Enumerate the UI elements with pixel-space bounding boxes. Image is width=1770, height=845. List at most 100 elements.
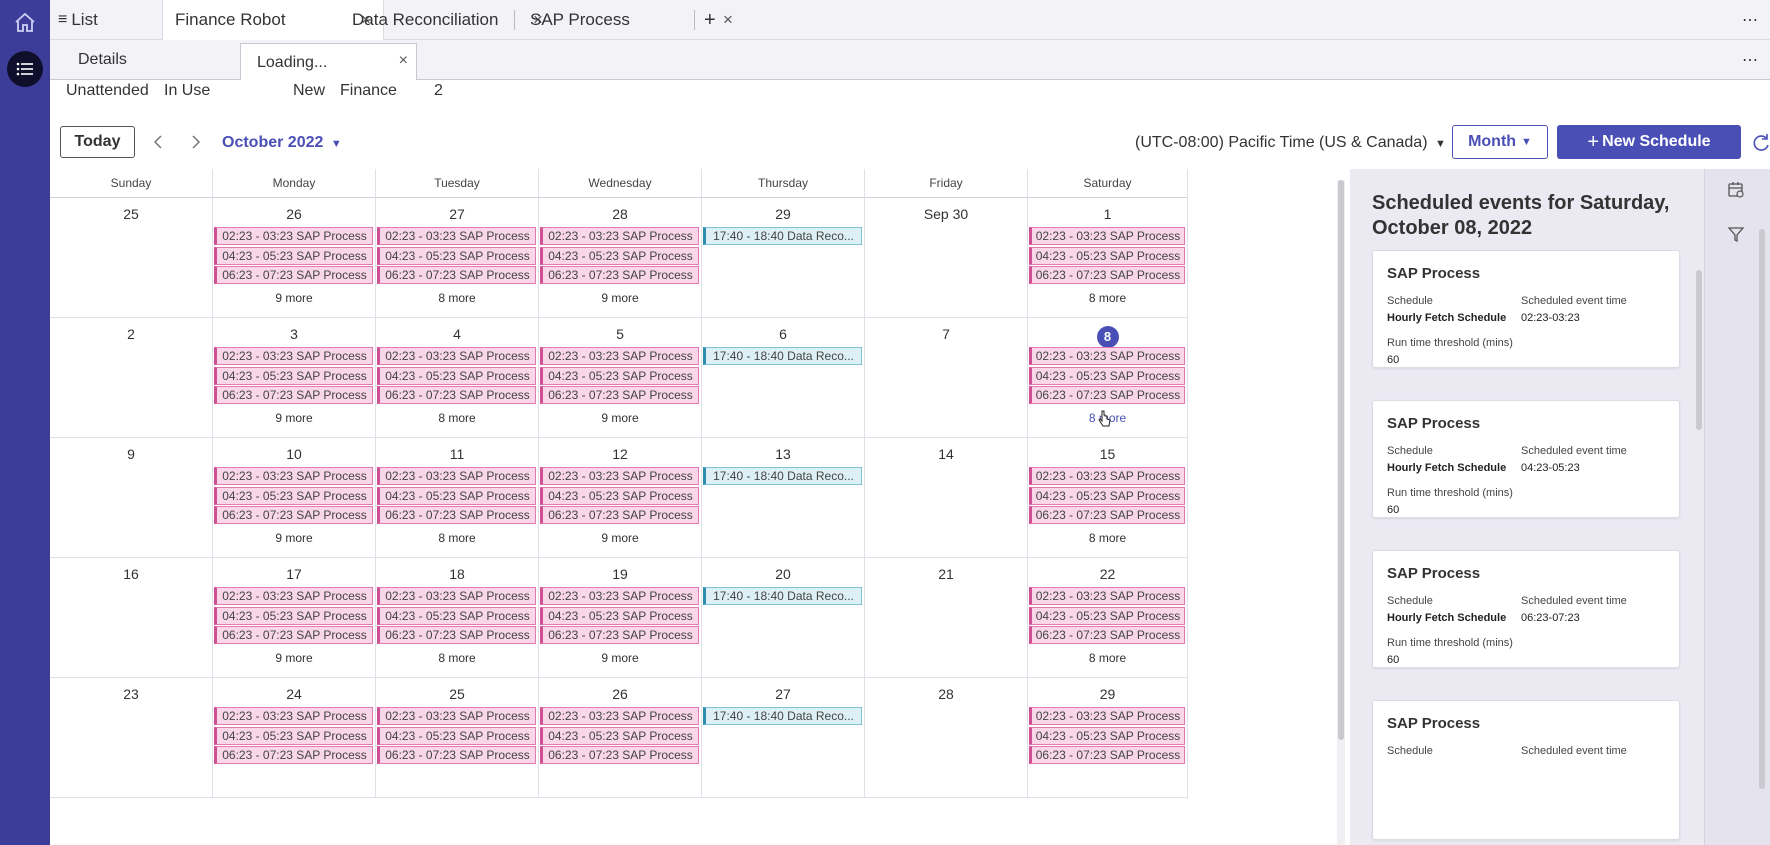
day-cell[interactable]: 12 02:23 - 03:23 SAP Process 04:23 - 05:23… bbox=[539, 438, 702, 558]
event-sap-process[interactable]: 02:23 - 03:23 SAP Process bbox=[214, 707, 373, 725]
more-events-link[interactable]: 9 more bbox=[539, 291, 701, 305]
event-sap-process[interactable]: 02:23 - 03:23 SAP Process bbox=[540, 467, 699, 485]
calendar-scrollbar[interactable] bbox=[1337, 180, 1345, 845]
event-sap-process[interactable]: 04:23 - 05:23 SAP Process bbox=[377, 486, 536, 505]
more-icon[interactable]: ⋯ bbox=[1742, 0, 1766, 40]
event-sap-process[interactable]: 06:23 - 07:23 SAP Process bbox=[1029, 746, 1185, 764]
day-cell[interactable]: 15 02:23 - 03:23 SAP Process 04:23 - 05:23… bbox=[1028, 438, 1188, 558]
more-events-link[interactable]: 9 more bbox=[213, 651, 375, 665]
day-cell[interactable]: 11 02:23 - 03:23 SAP Process 04:23 - 05:23… bbox=[376, 438, 539, 558]
event-sap-process[interactable]: 02:23 - 03:23 SAP Process bbox=[377, 227, 536, 245]
event-sap-process[interactable]: 04:23 - 05:23 SAP Process bbox=[540, 726, 699, 745]
more-events-link[interactable]: 9 more bbox=[539, 531, 701, 545]
event-sap-process[interactable]: 04:23 - 05:23 SAP Process bbox=[1029, 246, 1185, 265]
event-sap-process[interactable]: 02:23 - 03:23 SAP Process bbox=[1029, 707, 1185, 725]
event-sap-process[interactable]: 06:23 - 07:23 SAP Process bbox=[377, 746, 536, 764]
close-icon[interactable]: × bbox=[399, 52, 408, 70]
event-sap-process[interactable]: 04:23 - 05:23 SAP Process bbox=[214, 606, 373, 625]
month-picker[interactable]: October 2022 ▼ bbox=[222, 134, 342, 152]
day-cell[interactable]: 27 02:23 - 03:23 SAP Process 04:23 - 05:23… bbox=[376, 198, 539, 318]
event-sap-process[interactable]: 02:23 - 03:23 SAP Process bbox=[540, 707, 699, 725]
event-sap-process[interactable]: 06:23 - 07:23 SAP Process bbox=[377, 386, 536, 404]
more-icon[interactable]: ⋯ bbox=[1742, 40, 1766, 80]
scroll-thumb[interactable] bbox=[1338, 180, 1344, 740]
event-sap-process[interactable]: 06:23 - 07:23 SAP Process bbox=[1029, 386, 1185, 404]
day-cell[interactable]: 29 17:40 - 18:40 Data Reco... bbox=[702, 198, 865, 318]
event-sap-process[interactable]: 04:23 - 05:23 SAP Process bbox=[214, 726, 373, 745]
event-sap-process[interactable]: 04:23 - 05:23 SAP Process bbox=[1029, 606, 1185, 625]
event-sap-process[interactable]: 02:23 - 03:23 SAP Process bbox=[377, 347, 536, 365]
event-sap-process[interactable]: 06:23 - 07:23 SAP Process bbox=[377, 626, 536, 644]
day-cell[interactable]: 10 02:23 - 03:23 SAP Process 04:23 - 05:23… bbox=[213, 438, 376, 558]
event-sap-process[interactable]: 02:23 - 03:23 SAP Process bbox=[377, 707, 536, 725]
tab-data-reconciliation[interactable]: Data Reconciliation × bbox=[352, 0, 555, 40]
day-cell[interactable]: 22 02:23 - 03:23 SAP Process 04:23 - 05:23… bbox=[1028, 558, 1188, 678]
event-sap-process[interactable]: 04:23 - 05:23 SAP Process bbox=[1029, 366, 1185, 385]
panel-scrollbar[interactable] bbox=[1696, 175, 1702, 825]
new-schedule-button[interactable]: + New Schedule bbox=[1557, 125, 1741, 159]
day-cell[interactable]: 5 02:23 - 03:23 SAP Process 04:23 - 05:23 … bbox=[539, 318, 702, 438]
event-sap-process[interactable]: 04:23 - 05:23 SAP Process bbox=[377, 246, 536, 265]
tab-finance-robot[interactable]: Finance Robot × bbox=[162, 0, 384, 40]
event-sap-process[interactable]: 04:23 - 05:23 SAP Process bbox=[214, 486, 373, 505]
event-sap-process[interactable]: 06:23 - 07:23 SAP Process bbox=[1029, 506, 1185, 524]
more-events-link[interactable]: 9 more bbox=[213, 291, 375, 305]
subtab-details[interactable]: Details bbox=[78, 40, 198, 80]
event-sap-process[interactable]: 04:23 - 05:23 SAP Process bbox=[377, 606, 536, 625]
more-events-link[interactable]: 8 more bbox=[376, 651, 538, 665]
day-cell[interactable]: 26 02:23 - 03:23 SAP Process 04:23 - 05:23… bbox=[539, 678, 702, 798]
more-events-link[interactable]: 9 more bbox=[213, 411, 375, 425]
event-sap-process[interactable]: 02:23 - 03:23 SAP Process bbox=[1029, 467, 1185, 485]
chevron-left-icon[interactable] bbox=[148, 132, 168, 152]
day-cell[interactable]: 17 02:23 - 03:23 SAP Process 04:23 - 05:23… bbox=[213, 558, 376, 678]
event-sap-process[interactable]: 02:23 - 03:23 SAP Process bbox=[1029, 227, 1185, 245]
event-sap-process[interactable]: 02:23 - 03:23 SAP Process bbox=[214, 227, 373, 245]
more-events-link[interactable]: 8 more bbox=[376, 531, 538, 545]
event-sap-process[interactable]: 06:23 - 07:23 SAP Process bbox=[540, 506, 699, 524]
calendar-icon[interactable] bbox=[1727, 181, 1747, 201]
day-cell[interactable]: 19 02:23 - 03:23 SAP Process 04:23 - 05:23… bbox=[539, 558, 702, 678]
event-data-reconciliation[interactable]: 17:40 - 18:40 Data Reco... bbox=[703, 707, 862, 725]
event-sap-process[interactable]: 02:23 - 03:23 SAP Process bbox=[377, 467, 536, 485]
day-cell[interactable]: 2 bbox=[50, 318, 213, 438]
event-sap-process[interactable]: 04:23 - 05:23 SAP Process bbox=[377, 726, 536, 745]
scroll-thumb[interactable] bbox=[1696, 270, 1702, 430]
event-card[interactable]: SAP Process Schedule Scheduled event time bbox=[1372, 700, 1680, 840]
event-sap-process[interactable]: 02:23 - 03:23 SAP Process bbox=[214, 587, 373, 605]
event-sap-process[interactable]: 06:23 - 07:23 SAP Process bbox=[214, 386, 373, 404]
day-cell[interactable]: 3 02:23 - 03:23 SAP Process 04:23 - 05:23 … bbox=[213, 318, 376, 438]
event-card[interactable]: SAP Process Schedule Hourly Fetch Schedule… bbox=[1372, 400, 1680, 518]
more-events-link[interactable]: 9 more bbox=[539, 651, 701, 665]
more-events-link[interactable]: 8 more bbox=[1028, 291, 1187, 305]
event-card[interactable]: SAP Process Schedule Hourly Fetch Schedule… bbox=[1372, 250, 1680, 368]
more-events-link[interactable]: 8 more bbox=[1028, 531, 1187, 545]
more-events-link[interactable]: 8 more bbox=[1028, 651, 1187, 665]
chevron-right-icon[interactable] bbox=[186, 132, 206, 152]
event-sap-process[interactable]: 06:23 - 07:23 SAP Process bbox=[214, 626, 373, 644]
day-cell[interactable]: 27 17:40 - 18:40 Data Reco... bbox=[702, 678, 865, 798]
filter-icon[interactable] bbox=[1727, 225, 1747, 245]
day-cell[interactable]: 18 02:23 - 03:23 SAP Process 04:23 - 05:23… bbox=[376, 558, 539, 678]
event-sap-process[interactable]: 04:23 - 05:23 SAP Process bbox=[540, 606, 699, 625]
event-sap-process[interactable]: 02:23 - 03:23 SAP Process bbox=[540, 347, 699, 365]
day-cell[interactable]: 29 02:23 - 03:23 SAP Process 04:23 - 05:23… bbox=[1028, 678, 1188, 798]
day-cell[interactable]: 26 02:23 - 03:23 SAP Process 04:23 - 05:23… bbox=[213, 198, 376, 318]
day-cell[interactable]: Sep 30 bbox=[865, 198, 1028, 318]
more-events-link[interactable]: 9 more bbox=[539, 411, 701, 425]
event-sap-process[interactable]: 04:23 - 05:23 SAP Process bbox=[214, 246, 373, 265]
event-sap-process[interactable]: 02:23 - 03:23 SAP Process bbox=[214, 347, 373, 365]
event-sap-process[interactable]: 04:23 - 05:23 SAP Process bbox=[540, 246, 699, 265]
event-data-reconciliation[interactable]: 17:40 - 18:40 Data Reco... bbox=[703, 347, 862, 365]
event-card[interactable]: SAP Process Schedule Hourly Fetch Schedule… bbox=[1372, 550, 1680, 668]
day-cell[interactable]: 24 02:23 - 03:23 SAP Process 04:23 - 05:23… bbox=[213, 678, 376, 798]
event-sap-process[interactable]: 06:23 - 07:23 SAP Process bbox=[1029, 266, 1185, 284]
event-sap-process[interactable]: 06:23 - 07:23 SAP Process bbox=[214, 266, 373, 284]
event-sap-process[interactable]: 02:23 - 03:23 SAP Process bbox=[540, 227, 699, 245]
more-events-link[interactable]: 9 more bbox=[213, 531, 375, 545]
event-sap-process[interactable]: 04:23 - 05:23 SAP Process bbox=[540, 366, 699, 385]
event-sap-process[interactable]: 06:23 - 07:23 SAP Process bbox=[540, 746, 699, 764]
event-sap-process[interactable]: 04:23 - 05:23 SAP Process bbox=[1029, 726, 1185, 745]
event-sap-process[interactable]: 04:23 - 05:23 SAP Process bbox=[540, 486, 699, 505]
day-cell[interactable]: 9 bbox=[50, 438, 213, 558]
event-sap-process[interactable]: 06:23 - 07:23 SAP Process bbox=[377, 266, 536, 284]
